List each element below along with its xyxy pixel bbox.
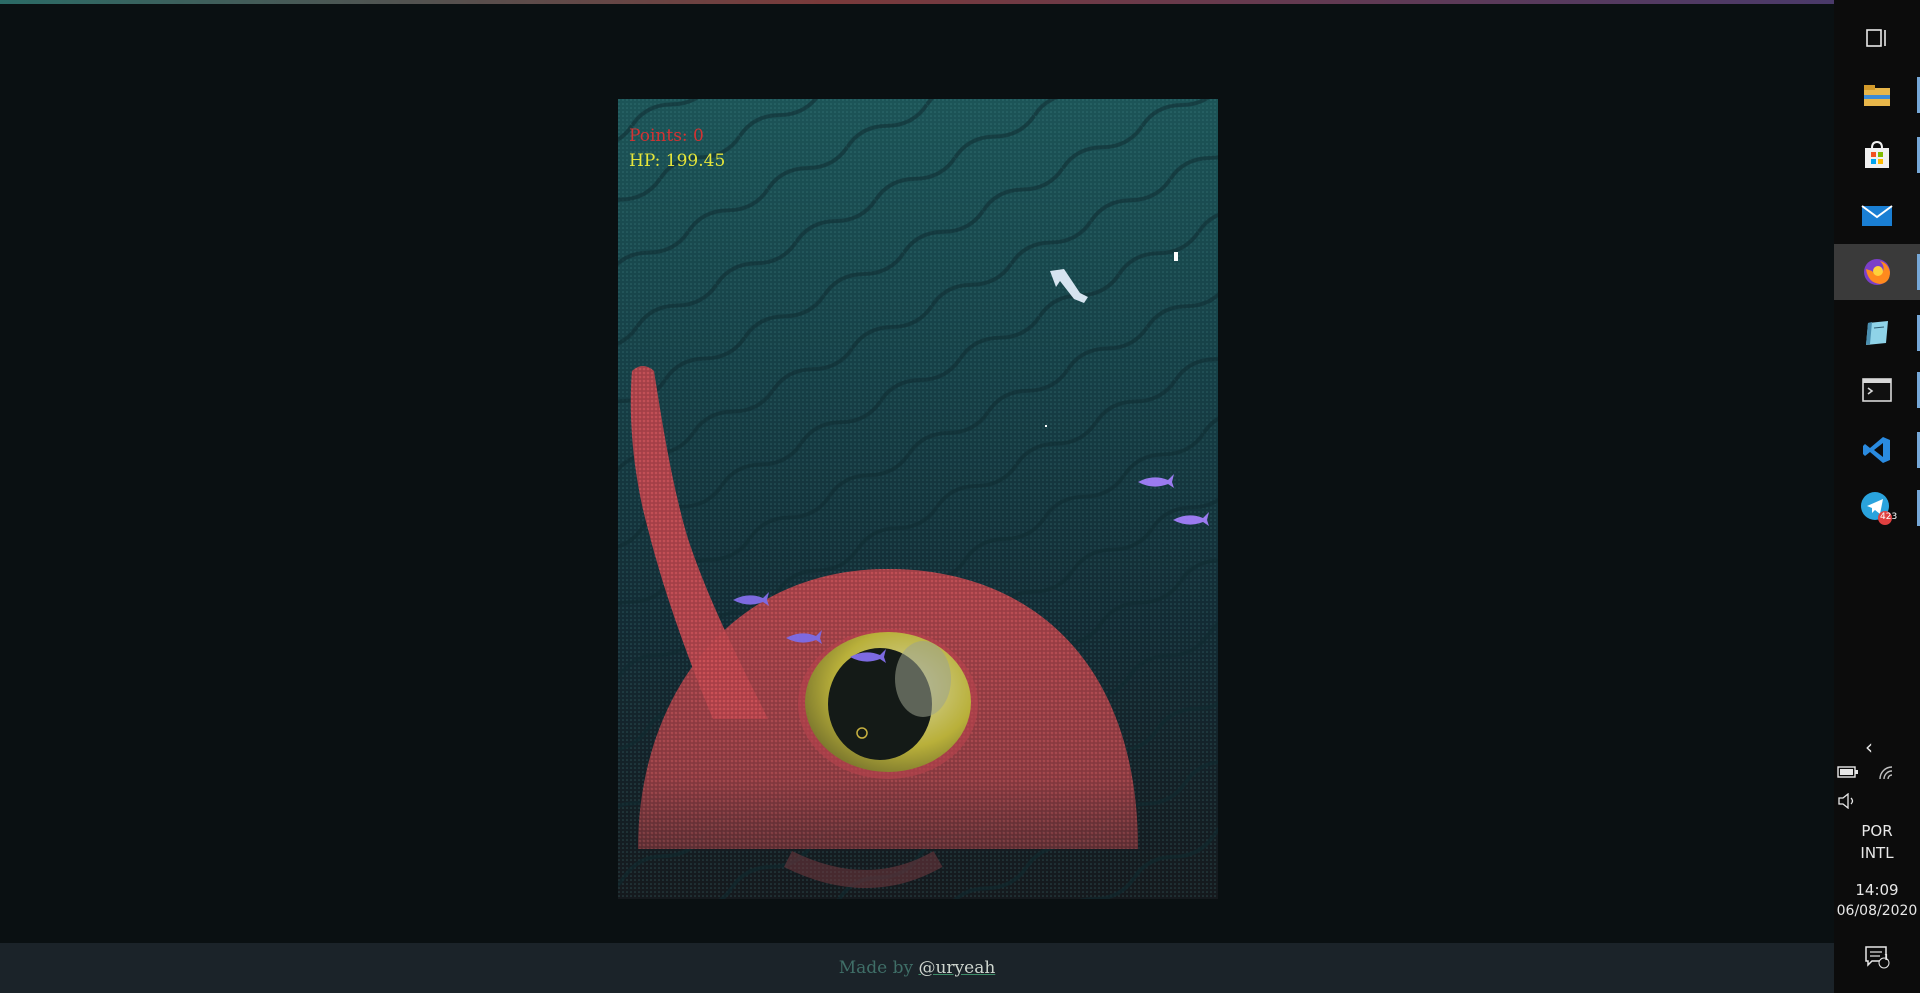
notification-count: 1 [1884, 953, 1890, 962]
telegram-badge: 423 [1880, 512, 1898, 522]
task-view-icon [1866, 29, 1886, 47]
language-layout[interactable]: INTL [1834, 844, 1920, 862]
store-icon [1865, 140, 1889, 168]
author-link[interactable]: @uryeah [918, 958, 995, 978]
taskbar-terminal[interactable] [1834, 362, 1920, 418]
bubble [1045, 425, 1047, 427]
clock-date[interactable]: 06/08/2020 [1834, 903, 1920, 919]
footer: Made by @uryeah [0, 943, 1834, 993]
taskbar-telegram[interactable]: 423 [1834, 480, 1920, 536]
taskbar-mail[interactable] [1834, 188, 1920, 244]
notification-center-button[interactable]: 1 [1834, 945, 1920, 973]
wifi-icon[interactable] [1868, 765, 1908, 785]
taskbar-store[interactable] [1834, 127, 1920, 183]
language-code[interactable]: POR [1834, 822, 1920, 840]
clock-time[interactable]: 14:09 [1834, 881, 1920, 899]
points-counter: Points: 0 [629, 126, 704, 146]
taskbar-notes[interactable] [1834, 305, 1920, 361]
mail-icon [1861, 205, 1893, 226]
bubble [1174, 252, 1178, 261]
folder-icon [1864, 85, 1890, 106]
taskbar-task-view[interactable] [1834, 10, 1920, 66]
firefox-icon [1864, 259, 1890, 285]
terminal-icon [1862, 378, 1892, 402]
game-scene [618, 99, 1218, 899]
notebook-icon [1866, 321, 1888, 345]
taskbar-vscode[interactable] [1834, 422, 1920, 478]
browser-page: Points: 0 HP: 199.45 [0, 4, 1834, 943]
taskbar-file-explorer[interactable] [1834, 67, 1920, 123]
volume-icon[interactable] [1820, 792, 1876, 813]
hp-counter: HP: 199.45 [629, 151, 726, 171]
game-canvas[interactable]: Points: 0 HP: 199.45 [618, 99, 1218, 899]
vscode-icon [1863, 437, 1890, 463]
windows-taskbar: 423 ‹ POR INTL 14:09 06/08/2020 1 [1834, 0, 1920, 993]
taskbar-firefox[interactable] [1834, 244, 1920, 300]
made-by-text: Made by [838, 958, 914, 978]
chevron-left-icon[interactable]: ‹ [1826, 735, 1912, 759]
